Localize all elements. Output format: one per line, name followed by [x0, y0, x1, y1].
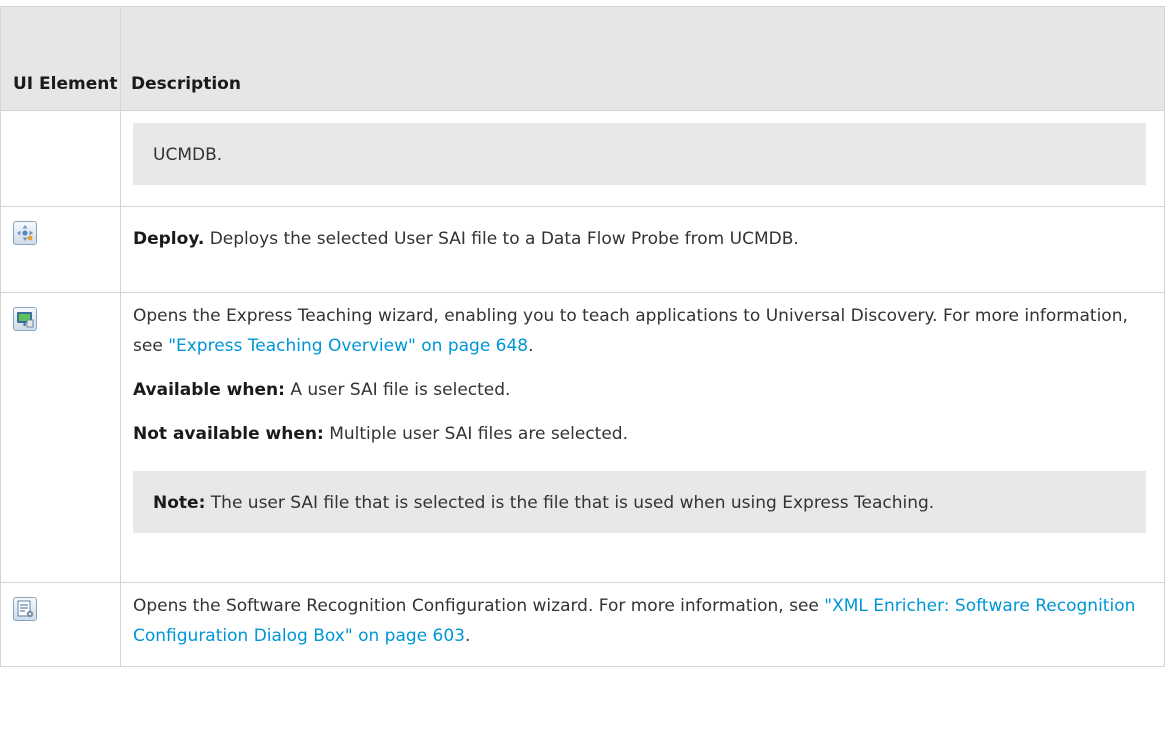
note-text: The user SAI file that is selected is th…: [205, 493, 935, 513]
deploy-label: Deploy.: [133, 229, 205, 249]
description-cell: Opens the Express Teaching wizard, enabl…: [120, 292, 1165, 583]
table-row: UCMDB.: [0, 110, 1165, 207]
note-label: Note:: [153, 493, 206, 513]
not-available-when: Not available when: Multiple user SAI fi…: [133, 419, 1146, 449]
deploy-description: Deploy. Deploys the selected User SAI fi…: [133, 224, 1146, 254]
table-row: Deploy. Deploys the selected User SAI fi…: [0, 206, 1165, 293]
available-when: Available when: A user SAI file is selec…: [133, 375, 1146, 405]
software-recognition-icon: [13, 597, 37, 621]
note-box: UCMDB.: [133, 123, 1146, 185]
express-teaching-overview-link[interactable]: "Express Teaching Overview" on page 648: [168, 336, 528, 356]
software-recognition-text-end: .: [464, 626, 471, 646]
available-when-label: Available when:: [133, 380, 285, 400]
ui-element-table: UI Element Description UCMDB. Deploy. De…: [0, 6, 1165, 667]
not-available-when-label: Not available when:: [133, 424, 324, 444]
software-recognition-description: Opens the Software Recognition Configura…: [133, 591, 1146, 651]
description-cell: Deploy. Deploys the selected User SAI fi…: [120, 206, 1165, 293]
header-ui-element: UI Element: [0, 6, 121, 111]
note-box: Note: The user SAI file that is selected…: [133, 471, 1146, 533]
table-header-row: UI Element Description: [0, 6, 1165, 111]
deploy-text: Deploys the selected User SAI file to a …: [204, 229, 799, 249]
ui-element-cell: [0, 582, 121, 667]
description-cell: UCMDB.: [120, 110, 1165, 207]
table-row: Opens the Express Teaching wizard, enabl…: [0, 292, 1165, 583]
note-text: UCMDB.: [153, 145, 223, 165]
ui-element-cell: [0, 110, 121, 207]
deploy-icon: [13, 221, 37, 245]
express-teaching-icon: [13, 307, 37, 331]
description-cell: Opens the Software Recognition Configura…: [120, 582, 1165, 667]
not-available-when-text: Multiple user SAI files are selected.: [323, 424, 628, 444]
available-when-text: A user SAI file is selected.: [284, 380, 511, 400]
table-row: Opens the Software Recognition Configura…: [0, 582, 1165, 667]
header-description: Description: [120, 6, 1165, 111]
ui-element-cell: [0, 292, 121, 583]
express-teaching-text-end: .: [528, 336, 534, 356]
ui-element-cell: [0, 206, 121, 293]
software-recognition-text: Opens the Software Recognition Configura…: [133, 596, 825, 616]
express-teaching-description: Opens the Express Teaching wizard, enabl…: [133, 301, 1146, 361]
